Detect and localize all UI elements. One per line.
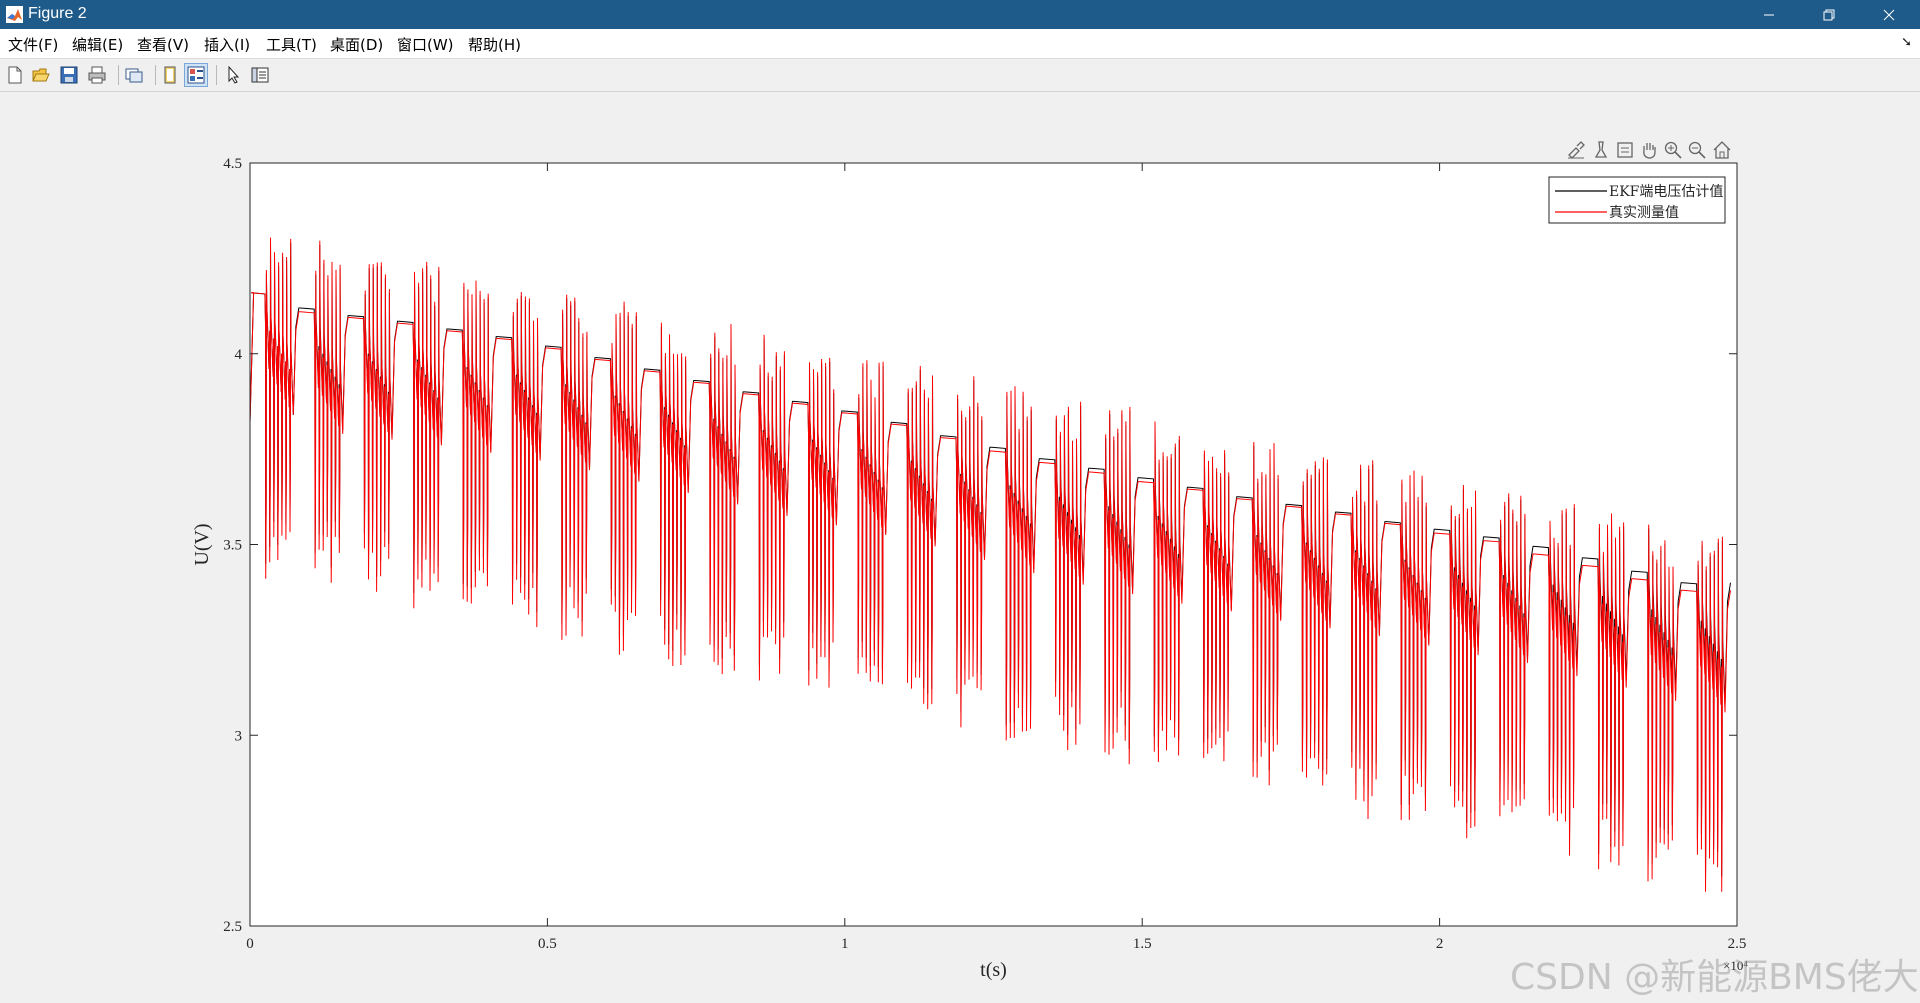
menu-insert[interactable]: 插入(I) <box>204 34 250 55</box>
zoom-out-button[interactable] <box>1686 139 1708 161</box>
close-button[interactable] <box>1860 0 1918 29</box>
open-file-icon <box>32 68 50 82</box>
legend-entry-label: 真实测量值 <box>1609 205 1679 221</box>
menu-tools[interactable]: 工具(T) <box>266 34 317 55</box>
legend-box-button[interactable] <box>1614 139 1636 161</box>
show-plot-tools-button[interactable] <box>184 63 208 87</box>
menu-view[interactable]: 查看(V) <box>137 34 189 55</box>
brush-icon <box>1568 141 1585 159</box>
legend-entry-label: EKF端电压估计值 <box>1609 184 1723 200</box>
y-tick-label: 4 <box>235 347 243 363</box>
zoom-in-icon <box>1664 141 1682 159</box>
edit-plot-button[interactable] <box>222 63 246 87</box>
legend-box-icon <box>1617 142 1633 158</box>
zoom-in-button[interactable] <box>1662 139 1684 161</box>
x-tick-label: 1.5 <box>1133 936 1152 952</box>
hide-plot-tools-button[interactable] <box>158 63 182 87</box>
y-tick-label: 3.5 <box>223 538 242 554</box>
show-plot-tools-icon <box>187 66 205 84</box>
restore-button[interactable] <box>1800 0 1858 29</box>
figure-toolbar <box>0 59 1920 92</box>
x-axis-label: t(s) <box>980 959 1007 981</box>
new-figure-icon <box>8 66 22 84</box>
link-plot-button[interactable] <box>122 63 146 87</box>
menu-desktop[interactable]: 桌面(D) <box>330 34 383 55</box>
pan-hand-icon <box>1643 143 1656 159</box>
toolbar-separator <box>155 65 156 85</box>
minimize-button[interactable] <box>1740 0 1798 29</box>
y-tick-label: 2.5 <box>223 919 242 935</box>
dock-arrow-icon[interactable]: ➘ <box>1901 35 1912 50</box>
close-icon <box>1883 9 1895 20</box>
menu-window[interactable]: 窗口(W) <box>397 34 454 55</box>
save-button[interactable] <box>57 63 81 87</box>
figure-canvas: 0 0.5 1 1.5 2 2.5 2.5 3 3.5 4 4.5 ×10⁴ t(s) U(V) EKF端电… <box>0 92 1920 1003</box>
restore-view-home-icon <box>1713 141 1731 159</box>
property-inspector-button[interactable] <box>248 63 272 87</box>
save-icon <box>60 66 78 84</box>
x-tick-label: 0.5 <box>538 936 557 952</box>
data-tip-button[interactable] <box>1590 139 1612 161</box>
edit-plot-arrow-icon <box>228 66 240 84</box>
new-figure-button[interactable] <box>3 63 27 87</box>
x-tick-label: 2 <box>1436 936 1444 952</box>
matlab-figure-window: Figure 2 文件(F) 编辑(E) 查看(V) 插入(I) 工具(T) 桌… <box>0 0 1920 1003</box>
open-file-button[interactable] <box>29 63 53 87</box>
menu-help[interactable]: 帮助(H) <box>468 34 521 55</box>
menu-edit[interactable]: 编辑(E) <box>72 34 123 55</box>
toolbar-separator <box>118 65 119 85</box>
toolbar-separator <box>216 65 217 85</box>
plot-svg[interactable]: 0 0.5 1 1.5 2 2.52.533.544.5×10⁴t(s)U(V)EKF端电… <box>0 92 1920 1003</box>
menu-file[interactable]: 文件(F) <box>8 34 58 55</box>
y-tick-label: 3 <box>235 728 243 744</box>
menu-bar: 文件(F) 编辑(E) 查看(V) 插入(I) 工具(T) 桌面(D) 窗口(W… <box>0 29 1920 59</box>
restore-icon <box>1823 9 1835 20</box>
x-tick-label: 0 <box>246 936 254 952</box>
print-button[interactable] <box>85 63 109 87</box>
matlab-logo-icon <box>6 6 23 23</box>
y-tick-label: 4.5 <box>223 156 242 172</box>
csdn-watermark: CSDN @新能源BMS佬大 <box>1510 957 1919 998</box>
pan-button[interactable] <box>1638 139 1660 161</box>
property-inspector-icon <box>251 67 269 83</box>
zoom-out-icon <box>1688 141 1706 159</box>
print-icon <box>88 66 106 84</box>
restore-view-button[interactable] <box>1711 139 1733 161</box>
window-title: Figure 2 <box>28 5 87 22</box>
brush-button[interactable] <box>1565 139 1587 161</box>
x-tick-label: 1 <box>841 936 849 952</box>
title-bar: Figure 2 <box>0 0 1920 29</box>
hide-plot-tools-icon <box>164 66 176 84</box>
minimize-icon <box>1764 14 1774 15</box>
link-plot-icon <box>125 68 143 83</box>
data-tip-icon <box>1594 141 1608 158</box>
y-axis-label: U(V) <box>191 523 213 565</box>
axes-background <box>250 163 1737 926</box>
